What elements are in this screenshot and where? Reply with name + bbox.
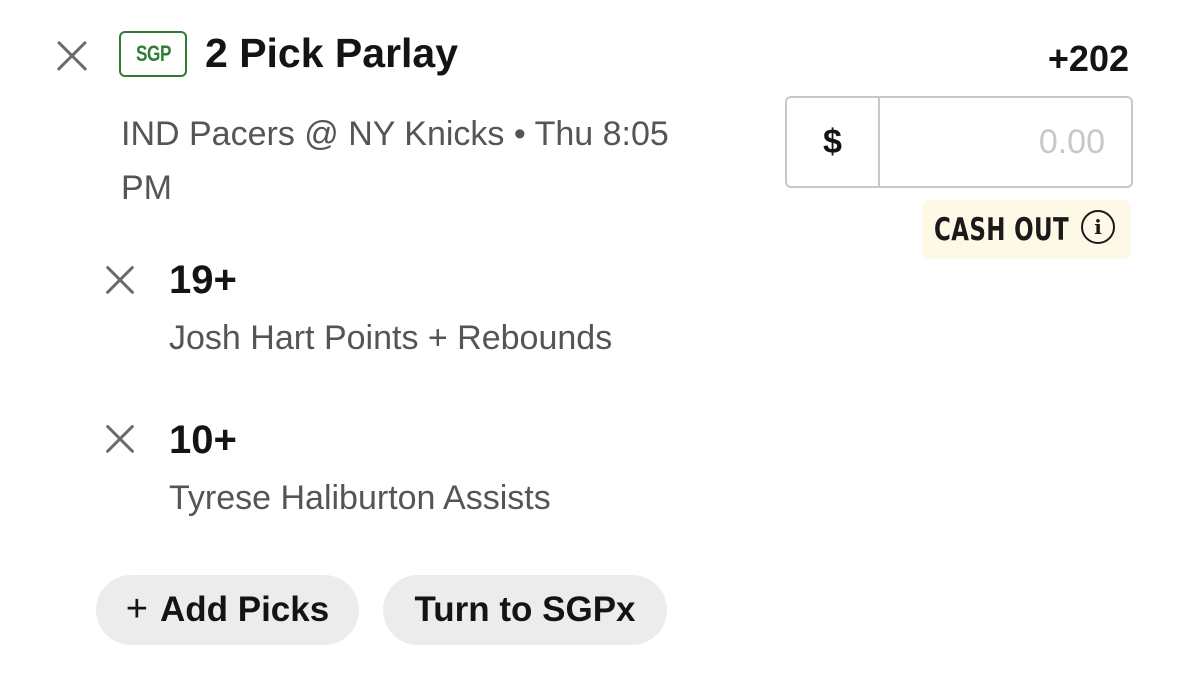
turn-to-sgpx-label: Turn to SGPx [414, 590, 636, 629]
currency-symbol: $ [787, 98, 880, 186]
remove-bet-close-icon[interactable] [54, 38, 90, 74]
remove-leg-2-close-icon[interactable] [102, 421, 138, 457]
leg-2-description: Tyrese Haliburton Assists [169, 479, 551, 517]
wager-field[interactable]: $ [785, 96, 1133, 188]
remove-leg-1-close-icon[interactable] [102, 262, 138, 298]
cash-out-label: CASH OUT [934, 211, 1070, 248]
bet-title: 2 Pick Parlay [205, 30, 459, 76]
info-icon[interactable]: i [1081, 210, 1115, 244]
leg-2-line: 10+ [169, 418, 237, 462]
sgp-badge: SGP [119, 31, 187, 77]
plus-icon: + [125, 587, 148, 630]
add-picks-button[interactable]: + Add Picks [96, 575, 359, 645]
game-info: IND Pacers @ NY Knicks • Thu 8:05 PM [121, 115, 669, 207]
leg-1-description: Josh Hart Points + Rebounds [169, 319, 613, 357]
turn-to-sgpx-button[interactable]: Turn to SGPx [383, 575, 667, 645]
bet-odds: +202 [1047, 38, 1129, 79]
add-picks-label: Add Picks [159, 590, 330, 629]
leg-1-line: 19+ [169, 258, 237, 302]
cash-out-badge[interactable]: CASH OUT i [922, 200, 1131, 259]
wager-amount-input[interactable] [880, 98, 1131, 186]
